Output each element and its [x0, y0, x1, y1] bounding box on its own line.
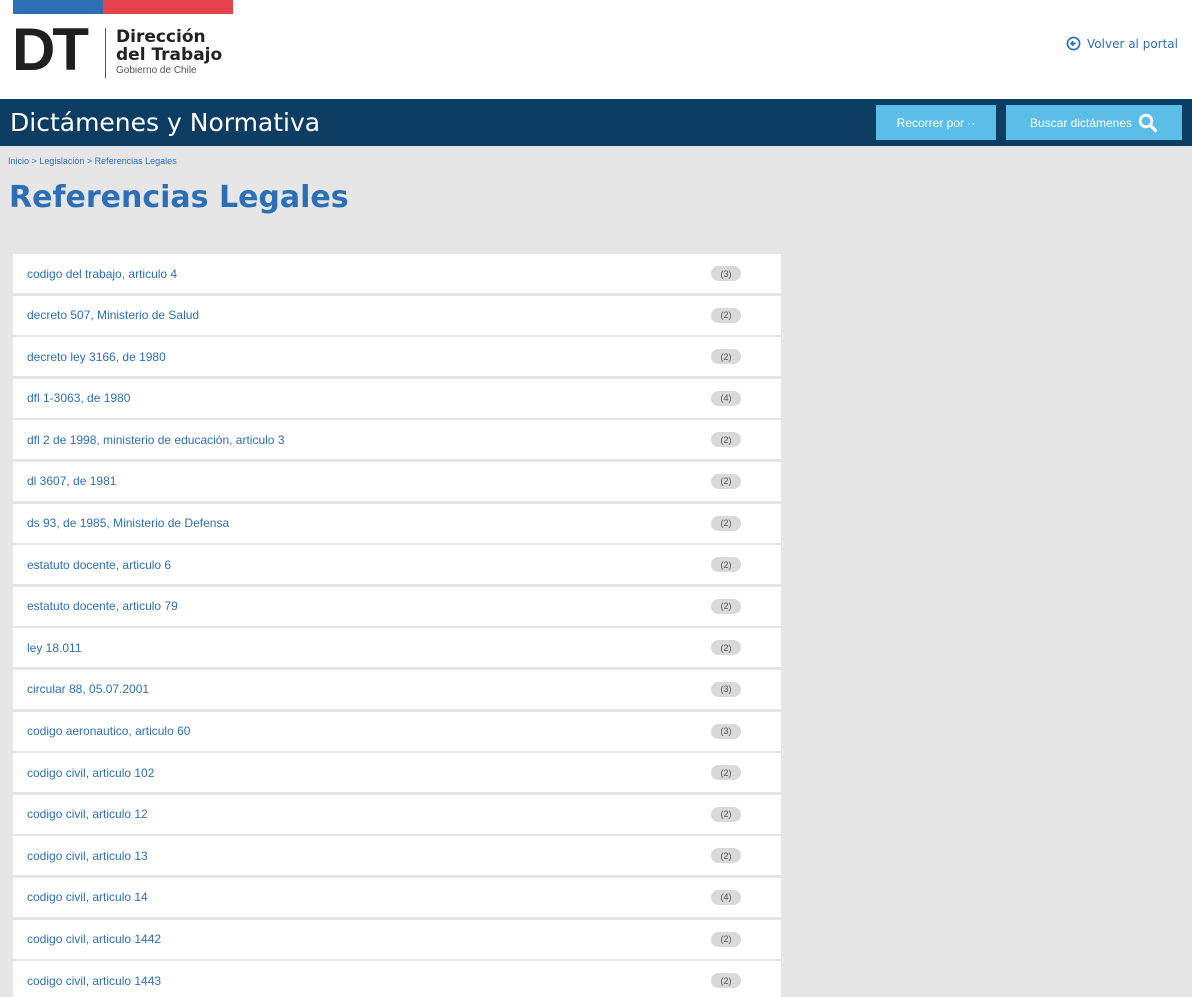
list-item[interactable]: circular 88, 05.07.2001 (3) — [13, 669, 781, 709]
flag-bar — [13, 0, 233, 14]
reference-link[interactable]: ley 18.011 — [27, 641, 82, 655]
breadcrumb-home[interactable]: Inicio — [8, 156, 29, 166]
references-list: codigo del trabajo, articulo 4 (3) decreto… — [13, 254, 781, 997]
reference-link[interactable]: estatuto docente, articulo 6 — [27, 558, 171, 572]
count-badge: (2) — [711, 515, 741, 531]
count-badge: (2) — [711, 557, 741, 573]
count-badge: (2) — [711, 765, 741, 781]
list-item[interactable]: decreto ley 3166, de 1980 (2) — [13, 337, 781, 377]
breadcrumb-current[interactable]: Referencias Legales — [95, 156, 177, 166]
breadcrumb: Inicio > Legislación > Referencias Legal… — [8, 156, 177, 166]
search-icon — [1138, 113, 1158, 132]
count-badge: (2) — [711, 973, 741, 989]
reference-link[interactable]: decreto ley 3166, de 1980 — [27, 350, 166, 364]
reference-link[interactable]: codigo civil, articulo 12 — [27, 807, 148, 821]
reference-link[interactable]: codigo civil, articulo 13 — [27, 849, 148, 863]
list-item[interactable]: estatuto docente, articulo 6 (2) — [13, 545, 781, 585]
count-badge: (2) — [711, 307, 741, 323]
list-item[interactable]: codigo civil, articulo 102 (2) — [13, 753, 781, 793]
nav-title[interactable]: Dictámenes y Normativa — [10, 108, 320, 138]
logo-line-3: Gobierno de Chile — [116, 65, 197, 76]
list-item[interactable]: codigo civil, articulo 13 (2) — [13, 836, 781, 876]
flag-blue-stripe — [13, 0, 103, 14]
count-badge: (3) — [711, 266, 741, 281]
navbar: Dictámenes y Normativa Recorrer por ·· B… — [0, 99, 1192, 146]
breadcrumb-legislation[interactable]: Legislación — [39, 156, 84, 166]
count-badge: (2) — [711, 432, 741, 448]
search-rulings-label: Buscar dictámenes — [1029, 115, 1133, 130]
reference-link[interactable]: dfl 1-3063, de 1980 — [27, 391, 130, 405]
count-badge: (2) — [711, 931, 741, 947]
breadcrumb-separator: > — [31, 156, 37, 166]
back-link-label: Volver al portal — [1087, 36, 1178, 51]
reference-link[interactable]: decreto 507, Ministerio de Salud — [27, 308, 199, 322]
browse-by-button[interactable]: Recorrer por ·· — [876, 105, 996, 140]
reference-link[interactable]: codigo civil, articulo 1442 — [27, 932, 161, 946]
count-badge: (4) — [711, 390, 741, 406]
reference-link[interactable]: dl 3607, de 1981 — [27, 474, 116, 488]
logo-line-2: del Trabajo — [116, 45, 223, 65]
count-badge: (2) — [711, 806, 741, 822]
breadcrumb-separator: > — [86, 156, 93, 166]
list-item[interactable]: ley 18.011 (2) — [13, 628, 781, 668]
list-item[interactable]: codigo civil, articulo 1443 (2) — [13, 961, 781, 997]
count-badge: (2) — [711, 598, 741, 614]
reference-link[interactable]: codigo del trabajo, articulo 4 — [27, 267, 177, 281]
back-to-portal-link[interactable]: Volver al portal — [1066, 36, 1178, 51]
list-item[interactable]: ds 93, de 1985, Ministerio de Defensa (2) — [13, 503, 781, 543]
list-item[interactable]: decreto 507, Ministerio de Salud (2) — [13, 295, 781, 335]
flag-red-stripe — [103, 0, 233, 14]
list-item[interactable]: codigo civil, articulo 14 (4) — [13, 877, 781, 917]
count-badge: (3) — [711, 723, 741, 739]
top-header: DT Dirección del Trabajo Gobierno de Chi… — [0, 0, 1192, 99]
reference-link[interactable]: codigo aeronautico, articulo 60 — [27, 724, 190, 738]
browse-by-label: Recorrer por ·· — [896, 115, 976, 130]
logo-separator — [105, 28, 106, 78]
count-badge: (4) — [711, 889, 741, 905]
reference-link[interactable]: dfl 2 de 1998, ministerio de educación, … — [27, 433, 285, 447]
count-badge: (2) — [711, 640, 741, 656]
list-item[interactable]: dfl 2 de 1998, ministerio de educación, … — [13, 420, 781, 460]
list-item[interactable]: dl 3607, de 1981 (2) — [13, 461, 781, 501]
count-badge: (3) — [711, 681, 741, 697]
list-item[interactable]: codigo civil, articulo 1442 (2) — [13, 919, 781, 959]
page-title: Referencias Legales — [9, 180, 349, 215]
reference-link[interactable]: codigo civil, articulo 1443 — [27, 974, 161, 988]
search-rulings-button[interactable]: Buscar dictámenes — [1006, 105, 1182, 140]
list-item[interactable]: dfl 1-3063, de 1980 (4) — [13, 378, 781, 418]
list-item[interactable]: codigo civil, articulo 12 (2) — [13, 794, 781, 834]
reference-link[interactable]: codigo civil, articulo 14 — [27, 890, 148, 904]
logo-mark[interactable]: DT — [12, 20, 89, 80]
count-badge: (2) — [711, 473, 741, 489]
arrow-left-circle-icon — [1066, 36, 1081, 51]
reference-link[interactable]: ds 93, de 1985, Ministerio de Defensa — [27, 516, 229, 530]
reference-link[interactable]: estatuto docente, articulo 79 — [27, 599, 178, 613]
logo-text[interactable]: Dirección del Trabajo Gobierno de Chile — [116, 28, 222, 78]
count-badge: (2) — [711, 349, 741, 365]
list-item[interactable]: estatuto docente, articulo 79 (2) — [13, 586, 781, 626]
logo-line-1: Dirección — [116, 27, 206, 47]
list-item[interactable]: codigo del trabajo, articulo 4 (3) — [13, 254, 781, 293]
count-badge: (2) — [711, 848, 741, 864]
reference-link[interactable]: codigo civil, articulo 102 — [27, 766, 154, 780]
reference-link[interactable]: circular 88, 05.07.2001 — [27, 682, 149, 696]
list-item[interactable]: codigo aeronautico, articulo 60 (3) — [13, 711, 781, 751]
